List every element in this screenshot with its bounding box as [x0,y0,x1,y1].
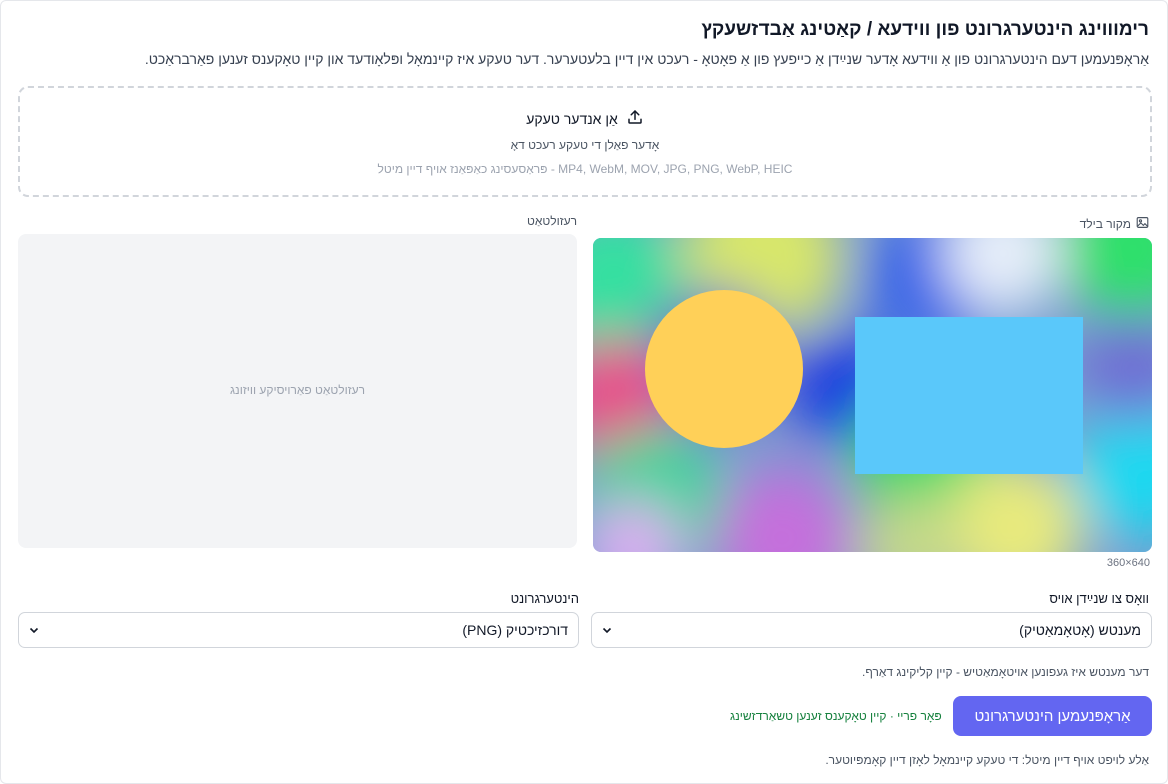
dropzone-title: אַן אנדער טעקע [526,110,618,127]
source-label-text: מקור בילד [1079,217,1131,231]
auto-detect-hint: דער מענטש איז געפונען אויטאָמאַטיש - קיי… [861,665,1149,679]
dropzone-title-row: אַן אנדער טעקע [20,108,1150,129]
file-dropzone[interactable]: אַן אנדער טעקע אָדער פאַלן די טעקע רעכט … [18,86,1152,197]
page-title: רימוווינג הינטערגרונט פון ווידעא / קאַטי… [701,19,1149,40]
privacy-footnote: אַלע לויפט אויף דיין מיטל: די טעקע קיינמ… [825,753,1149,767]
image-icon [1136,216,1149,232]
result-preview: רעזולטאַט פאַרויסיקע וויזונג [18,234,577,548]
what-to-cut-value: מענטש (אָטאָמאַטיק) [1019,622,1141,638]
chevron-down-icon [29,622,39,638]
yellow-circle-shape [645,290,803,448]
background-value: דורכזיכטיק (PNG) [462,622,568,638]
upload-icon [626,108,644,129]
remove-background-button[interactable]: אַראָפּנעמען הינטערגרונט [953,696,1152,736]
background-label: הינטערגרונט [510,591,579,606]
blue-rectangle-shape [855,317,1083,474]
free-note: פּאָר פריי · קיין טאָקענס זענען טשאַרדזש… [730,709,942,723]
page-subtitle: אַראָפּנעמען דעם הינטערגרונט פון אַ וויד… [144,51,1149,67]
result-label: רעזולטאַט [527,214,577,228]
chevron-down-icon [602,622,612,638]
what-to-cut-label: וואָס צו שנײַדן אויס [1049,591,1149,606]
source-label: מקור בילד [1080,216,1149,232]
app-panel: רימוווינג הינטערגרונט פון ווידעא / קאַטי… [0,0,1168,784]
image-dimensions: 360×640 [1106,557,1150,569]
dropzone-hint: אָדער פאַלן די טעקע רעכט דאָ [510,138,660,152]
result-placeholder: רעזולטאַט פאַרויסיקע וויזונג [229,383,366,397]
background-select[interactable]: דורכזיכטיק (PNG) [18,612,579,648]
dropzone-formats: MP4, WebM, MOV, JPG, PNG, WebP, HEIC - פ… [377,162,793,176]
what-to-cut-select[interactable]: מענטש (אָטאָמאַטיק) [591,612,1152,648]
source-image-preview [593,238,1152,552]
